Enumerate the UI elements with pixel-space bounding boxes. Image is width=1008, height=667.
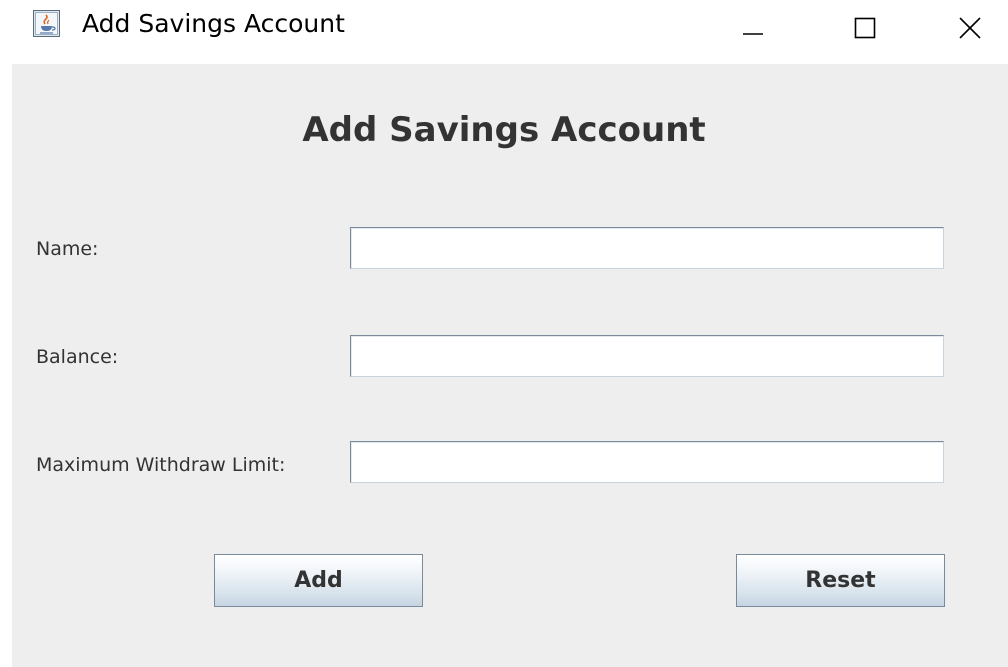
max-withdraw-limit-field[interactable] xyxy=(350,441,944,483)
title-bar[interactable]: Add Savings Account xyxy=(0,0,1008,62)
maximize-button[interactable] xyxy=(830,0,900,56)
maximize-icon xyxy=(854,17,876,39)
balance-label: Balance: xyxy=(36,346,119,368)
minimize-button[interactable] xyxy=(718,0,788,56)
reset-button[interactable]: Reset xyxy=(736,554,945,607)
app-window: Add Savings Account Add Savings Account … xyxy=(0,0,1008,667)
name-label: Name: xyxy=(36,238,99,260)
add-button[interactable]: Add xyxy=(214,554,423,607)
max-withdraw-limit-label: Maximum Withdraw Limit: xyxy=(36,454,286,476)
close-icon xyxy=(959,17,981,39)
form-heading: Add Savings Account xyxy=(302,110,706,150)
balance-field[interactable] xyxy=(350,335,944,377)
window-title: Add Savings Account xyxy=(82,9,345,38)
reset-button-label: Reset xyxy=(805,568,876,593)
minimize-icon xyxy=(743,33,763,35)
name-field[interactable] xyxy=(350,227,944,269)
add-button-label: Add xyxy=(294,568,343,593)
java-cup-icon xyxy=(33,10,60,37)
close-button[interactable] xyxy=(935,0,1005,56)
form-panel: Add Savings Account Name: Balance: Maxim… xyxy=(12,64,1008,667)
